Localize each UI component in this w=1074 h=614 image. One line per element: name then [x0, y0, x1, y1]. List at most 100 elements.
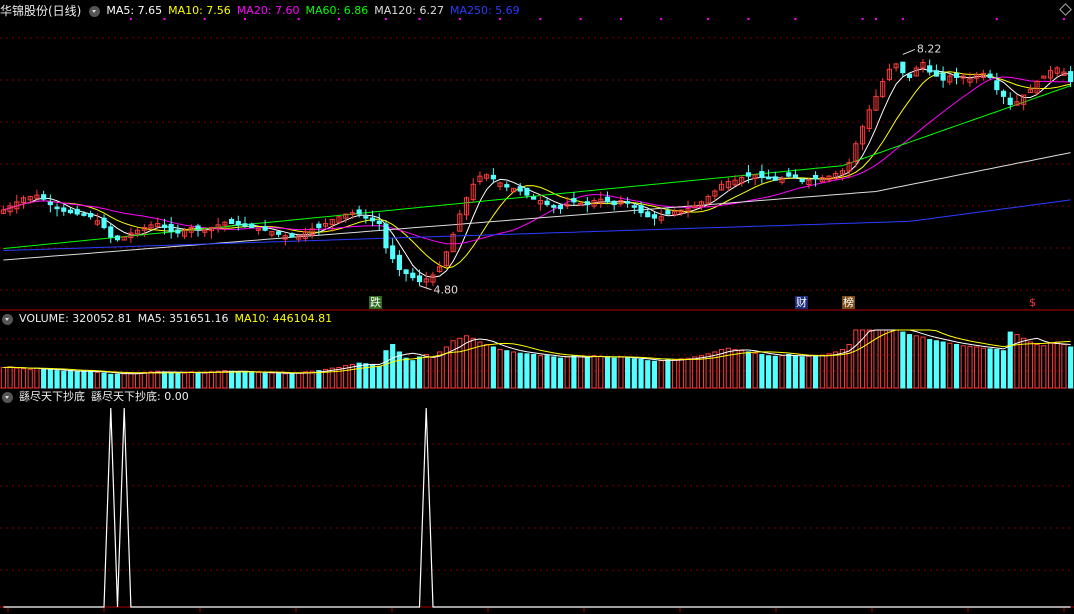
volume-bar — [168, 371, 174, 389]
volume-bar — [510, 351, 517, 389]
low-price-label: 4.80 — [434, 284, 459, 297]
volume-bar — [578, 356, 584, 389]
dropdown-icon[interactable] — [2, 313, 13, 325]
annotations: 8.22 4.80 — [129, 18, 1065, 297]
tag-bang[interactable]: 榜 — [842, 296, 855, 309]
candle-body — [363, 216, 369, 219]
volume-bar — [698, 355, 705, 389]
volume-bar — [215, 370, 221, 389]
volume-bar — [383, 350, 389, 389]
volume-bar — [940, 341, 946, 389]
candle-body — [114, 235, 121, 241]
volume-bar — [195, 371, 201, 389]
volume-bar — [1021, 337, 1027, 389]
candle-body — [940, 72, 946, 81]
event-marker — [619, 18, 622, 20]
candle-body — [665, 210, 671, 215]
candle-body — [524, 187, 530, 196]
ma20-line — [3, 76, 1071, 245]
volume-bar — [927, 339, 933, 389]
tag-die[interactable]: 跌 — [369, 296, 382, 309]
volume-bar — [678, 358, 684, 389]
tag-dollar[interactable]: $ — [1028, 296, 1037, 309]
candle-body — [249, 223, 255, 229]
event-marker — [794, 18, 797, 20]
ma60-label: MA60: 6.86 — [305, 4, 369, 17]
candle-body — [41, 194, 47, 200]
volume-bar — [208, 371, 215, 389]
volume-bar — [390, 344, 396, 389]
candle-body — [638, 205, 644, 214]
volume-bar — [376, 365, 382, 389]
volume-bar — [1034, 344, 1040, 389]
candle-body — [571, 197, 577, 203]
volume-bar — [658, 360, 664, 389]
candle-body — [101, 217, 107, 229]
volume-bar — [531, 353, 537, 389]
volume-bar — [745, 351, 752, 389]
ma120-label: MA120: 6.27 — [374, 4, 444, 17]
volume-bar — [537, 355, 543, 389]
candle-body — [47, 201, 53, 206]
candle-body — [235, 220, 241, 226]
volume-bar — [651, 360, 658, 389]
price-panel-header: 华锦股份(日线) MA5: 7.65 MA10: 7.56 MA20: 7.60… — [0, 3, 520, 19]
volume-bar — [665, 359, 671, 389]
volume-bar — [766, 355, 772, 389]
volume-bar — [74, 371, 80, 389]
dropdown-icon[interactable] — [89, 5, 101, 17]
volume-bar — [980, 347, 986, 389]
candle-body — [927, 65, 933, 73]
volume-bar — [47, 369, 53, 389]
tag-cai[interactable]: 财 — [795, 296, 808, 309]
chart-canvas[interactable]: 8.22 4.80 — [0, 0, 1074, 614]
volume-bar — [94, 371, 100, 389]
candle-body — [812, 174, 819, 180]
volume-bar — [356, 362, 362, 389]
volume-bar — [369, 364, 376, 389]
event-marker — [747, 18, 750, 20]
candle-body — [383, 223, 389, 249]
indicator-panel-header: 繇尽天下抄底 繇尽天下抄底: 0.00 — [0, 389, 189, 405]
volume-bar — [188, 371, 194, 389]
volume-bar — [222, 370, 228, 389]
candle-body — [88, 213, 94, 218]
volume-bar — [739, 350, 745, 389]
volume-bar — [960, 345, 966, 389]
candle-body — [786, 172, 792, 177]
volume-bar — [913, 335, 919, 389]
candle-body — [369, 217, 376, 222]
volume-bar — [430, 356, 436, 389]
volume-bar — [182, 372, 188, 389]
volume-bar — [947, 342, 953, 389]
volume-bar — [812, 355, 819, 389]
volume-bar — [484, 344, 490, 389]
volume-bar — [685, 357, 691, 389]
candle-body — [759, 170, 765, 179]
volume-bar — [135, 372, 141, 389]
volume-bar — [302, 371, 308, 389]
candle-body — [316, 223, 322, 229]
volume-bar — [470, 337, 476, 389]
high-price-label: 8.22 — [917, 42, 942, 55]
volume-bar — [638, 358, 644, 389]
candle-body — [544, 200, 550, 206]
candle-body — [987, 73, 993, 78]
dropdown-icon[interactable] — [2, 391, 13, 403]
volume-bar — [1068, 346, 1074, 389]
candle-body — [390, 245, 396, 260]
volume-bar — [953, 344, 960, 389]
low-marker-line — [419, 285, 432, 291]
volume-bar — [249, 371, 255, 389]
volume-bar — [282, 373, 288, 389]
price-candles[interactable] — [0, 58, 1074, 288]
candle-body — [242, 223, 248, 227]
indicator-line — [3, 407, 1071, 608]
volume-bar — [67, 370, 74, 389]
volume-bar — [410, 360, 416, 389]
volume-bar — [148, 371, 154, 389]
volume-bars[interactable] — [0, 329, 1074, 389]
volume-bar — [571, 355, 577, 389]
candle-body — [651, 214, 658, 219]
volume-bar — [759, 353, 765, 389]
